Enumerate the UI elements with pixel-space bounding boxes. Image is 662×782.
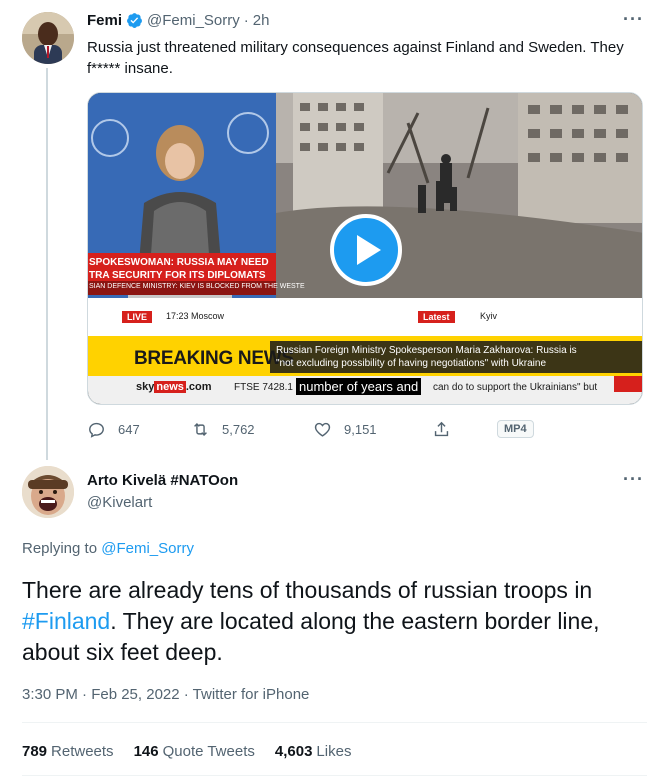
play-button[interactable] — [330, 214, 402, 286]
retweets-count: 789 — [22, 743, 48, 760]
replying-to-mention[interactable]: @Femi_Sorry — [101, 540, 194, 557]
retweet-icon — [194, 422, 207, 437]
video-caption: number of years and — [296, 378, 422, 395]
parent-tweet-text: Russia just threatened military conseque… — [87, 39, 624, 77]
tweet-stats: 789 Retweets 146 Quote Tweets 4,603 Likes — [22, 743, 351, 760]
heart-icon — [314, 422, 331, 437]
sky-com-text: .com — [185, 381, 212, 393]
retweets-stat[interactable]: 789 Retweets — [22, 743, 114, 760]
separator-dot: · — [243, 12, 249, 29]
sky-news-logo: sky news .com — [136, 381, 212, 393]
play-icon — [357, 235, 381, 265]
latest-place: Kyiv — [480, 311, 498, 321]
retweet-count: 5,762 — [222, 422, 255, 437]
story-line-2: "not excluding possibility of having neg… — [276, 358, 547, 369]
divider — [22, 722, 647, 723]
main-tweet-text: There are already tens of thousands of r… — [22, 575, 647, 668]
verified-badge-icon — [127, 13, 142, 28]
lower-third-line1: SPOKESWOMAN: RUSSIA MAY NEED — [89, 257, 269, 268]
divider — [22, 775, 647, 776]
femi-avatar[interactable] — [22, 12, 74, 64]
tweet-actions: 647 5,762 9,151 MP4 — [87, 420, 647, 444]
quotes-count: 146 — [133, 743, 159, 760]
lower-third-ticker: SIAN DEFENCE MINISTRY: KIEV IS BLOCKED F… — [89, 283, 305, 290]
sky-logo-text: sky — [136, 381, 155, 393]
author-handle[interactable]: @Kivelart — [87, 494, 152, 511]
mp4-badge[interactable]: MP4 — [497, 420, 534, 438]
quotes-label: Quote Tweets — [162, 743, 255, 760]
replying-to: Replying to @Femi_Sorry — [22, 540, 194, 557]
author-name[interactable]: Arto Kivelä #NATOon — [87, 472, 238, 489]
like-button[interactable]: 9,151 — [313, 420, 377, 439]
bottom-ticker: can do to support the Ukrainians" but — [433, 382, 598, 393]
lower-third-line2: TRA SECURITY FOR ITS DIPLOMATS — [89, 270, 266, 281]
parent-tweet-header: Femi @Femi_Sorry · 2h — [87, 12, 269, 29]
latest-badge: Latest — [418, 311, 455, 323]
author-handle[interactable]: @Femi_Sorry — [147, 12, 240, 29]
story-line-1: Russian Foreign Ministry Spokesperson Ma… — [276, 345, 577, 356]
reply-count: 647 — [118, 422, 140, 437]
parent-tweet[interactable]: Femi @Femi_Sorry · 2h ··· Russia just th… — [0, 0, 662, 462]
likes-count: 4,603 — [274, 743, 313, 760]
share-button[interactable] — [432, 420, 451, 439]
more-options-icon[interactable]: ··· — [623, 470, 644, 488]
replying-prefix: Replying to — [22, 540, 102, 557]
thread-connector — [46, 68, 48, 460]
retweets-label: Retweets — [51, 743, 114, 760]
breaking-news-label: BREAKING NEWS — [134, 348, 294, 369]
tweet-meta[interactable]: 3:30 PM · Feb 25, 2022 · Twitter for iPh… — [22, 686, 309, 703]
arto-avatar[interactable] — [22, 466, 74, 518]
retweet-button[interactable]: 5,762 — [191, 420, 255, 439]
likes-label: Likes — [316, 743, 352, 760]
reply-button[interactable]: 647 — [87, 420, 140, 439]
live-badge: LIVE — [122, 311, 153, 323]
sky-news-text: news — [154, 381, 186, 393]
author-name[interactable]: Femi — [87, 12, 122, 29]
live-time: 17:23 Moscow — [166, 311, 225, 321]
ftse-ticker: FTSE 7428.1 — [234, 382, 293, 393]
share-icon — [434, 421, 449, 437]
more-options-icon[interactable]: ··· — [623, 10, 644, 28]
tweet-time[interactable]: 2h — [253, 12, 270, 29]
reply-icon — [89, 422, 104, 438]
likes-stat[interactable]: 4,603 Likes — [275, 743, 352, 760]
text-part-1: There are already tens of thousands of r… — [22, 577, 593, 603]
video-player[interactable]: SPOKESWOMAN: RUSSIA MAY NEED TRA SECURIT… — [87, 92, 643, 405]
quote-tweets-stat[interactable]: 146 Quote Tweets — [134, 743, 255, 760]
like-count: 9,151 — [344, 422, 377, 437]
hashtag-link[interactable]: #Finland — [22, 608, 110, 634]
